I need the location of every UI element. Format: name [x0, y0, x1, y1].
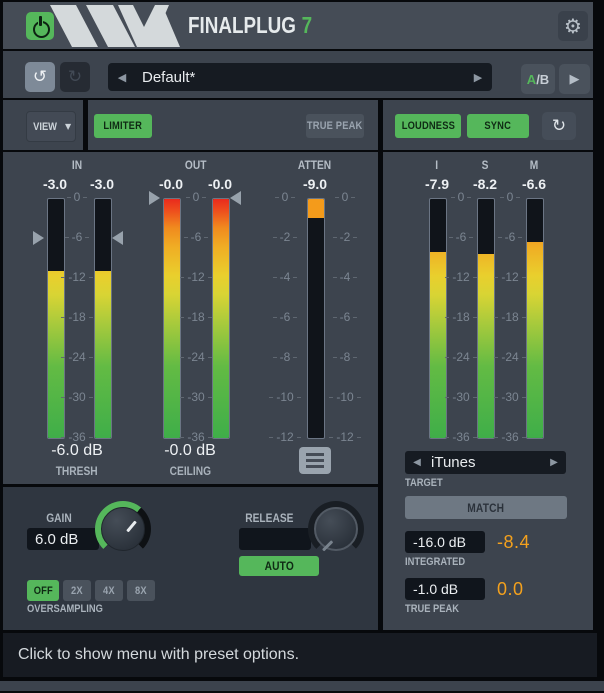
- ceiling-value[interactable]: -0.0 dB: [145, 442, 235, 460]
- out-meter-right: [212, 198, 230, 439]
- true-peak-limit-field[interactable]: -1.0 dB: [405, 578, 485, 600]
- gain-knob-pointer: [126, 520, 137, 532]
- undo-icon: ↺: [33, 67, 47, 87]
- oversampling-off-button[interactable]: OFF: [27, 580, 59, 601]
- settings-button[interactable]: ⚙: [558, 11, 588, 41]
- preset-selector[interactable]: ◀ Default* ▶: [108, 63, 492, 91]
- momentary-meter-label: M: [504, 158, 564, 172]
- match-button[interactable]: MATCH: [405, 496, 567, 519]
- out-left-peak-value: -0.0: [149, 176, 193, 192]
- divider: [83, 100, 88, 150]
- thresh-label: THRESH: [32, 464, 122, 478]
- undo-button[interactable]: ↺: [25, 62, 55, 92]
- plugin-title: FINALPLUG 7: [188, 12, 312, 38]
- chevron-down-icon: ▼: [65, 122, 71, 131]
- integrated-readout: -8.4: [497, 532, 530, 553]
- in-meter-label: IN: [47, 158, 107, 172]
- true-peak-toggle[interactable]: TRUE PEAK: [306, 114, 364, 138]
- in-scale: 0-6-12-18-24-30-36: [59, 191, 95, 443]
- auto-release-toggle[interactable]: AUTO: [239, 556, 319, 576]
- momentary-meter: [526, 198, 544, 439]
- oversampling-2x-button[interactable]: 2X: [63, 580, 91, 601]
- loudness-toggle[interactable]: LOUDNESS: [395, 114, 461, 138]
- status-message: Click to show menu with preset options.: [18, 646, 299, 664]
- momentary-meter-value: -6.6: [512, 176, 556, 192]
- finalplug-window: FINALPLUG 7 ⚙ ↺ ↻ ◀ Default* ▶ A/B ▶ VIE…: [0, 0, 604, 693]
- in-left-peak-value: -3.0: [33, 176, 77, 192]
- atten-scale-left: 0-2-4-6-8-10-12: [267, 191, 303, 443]
- refresh-icon: ↻: [552, 116, 566, 136]
- target-next-icon[interactable]: ▶: [542, 457, 566, 468]
- title-text: FINALPLUG: [188, 12, 296, 39]
- preset-next-icon[interactable]: ▶: [464, 71, 492, 84]
- play-icon: ▶: [570, 72, 580, 87]
- release-label: RELEASE: [234, 511, 304, 525]
- target-prev-icon[interactable]: ◀: [405, 457, 429, 468]
- preset-prev-icon[interactable]: ◀: [108, 71, 136, 84]
- loudness-scale-left: 0-6-12-18-24-30-36: [443, 191, 479, 443]
- integrated-target-field[interactable]: -16.0 dB: [405, 531, 485, 553]
- play-button[interactable]: ▶: [559, 64, 590, 94]
- gear-icon: ⚙: [564, 14, 582, 38]
- gain-value-field[interactable]: 6.0 dB: [27, 528, 99, 550]
- gain-label: GAIN: [29, 511, 89, 525]
- loudness-scale-right: 0-6-12-18-24-30-36: [492, 191, 528, 443]
- integrated-meter-value: -7.9: [415, 176, 459, 192]
- redo-button[interactable]: ↻: [60, 62, 90, 92]
- in-meter-right: [94, 198, 112, 439]
- oversampling-label: OVERSAMPLING: [27, 603, 116, 615]
- integrated-label: INTEGRATED: [405, 556, 476, 568]
- atten-meter: [307, 198, 325, 439]
- target-value[interactable]: iTunes: [431, 454, 542, 471]
- shortterm-meter-value: -8.2: [463, 176, 507, 192]
- status-bar: Click to show menu with preset options.: [3, 633, 597, 677]
- view-dropdown[interactable]: VIEW ▼: [26, 111, 76, 142]
- atten-peak-value: -9.0: [293, 176, 337, 192]
- release-knob-pointer: [322, 540, 333, 551]
- preset-name[interactable]: Default*: [142, 69, 464, 86]
- threshold-marker-left[interactable]: [33, 231, 44, 245]
- release-value-field[interactable]: [239, 528, 311, 550]
- title-version: 7: [302, 12, 312, 39]
- true-peak-readout: 0.0: [497, 579, 524, 600]
- true-peak-label: TRUE PEAK: [405, 603, 469, 615]
- threshold-marker-right[interactable]: [112, 231, 123, 245]
- divider: [378, 100, 383, 633]
- redo-icon: ↻: [68, 67, 82, 87]
- ceiling-marker-right[interactable]: [230, 191, 241, 205]
- target-label: TARGET: [405, 477, 449, 489]
- out-right-peak-value: -0.0: [198, 176, 242, 192]
- target-selector[interactable]: ◀ iTunes ▶: [405, 451, 566, 474]
- limiter-toggle[interactable]: LIMITER: [94, 114, 152, 138]
- out-scale: 0-6-12-18-24-30-36: [178, 191, 214, 443]
- bottom-strip: [0, 681, 604, 691]
- reset-meters-button[interactable]: ↻: [542, 112, 576, 140]
- atten-menu-button[interactable]: [299, 447, 331, 474]
- ceiling-marker-left[interactable]: [149, 191, 160, 205]
- sync-toggle[interactable]: SYNC: [467, 114, 529, 138]
- oversampling-8x-button[interactable]: 8X: [127, 580, 155, 601]
- ab-compare-button[interactable]: A/B: [521, 64, 555, 94]
- thresh-value[interactable]: -6.0 dB: [32, 442, 122, 460]
- hamburger-icon: [306, 453, 324, 456]
- oversampling-4x-button[interactable]: 4X: [95, 580, 123, 601]
- wave-arts-logo: [50, 5, 180, 47]
- release-knob[interactable]: [308, 501, 364, 557]
- atten-scale-right: 0-2-4-6-8-10-12: [327, 191, 363, 443]
- in-right-peak-value: -3.0: [80, 176, 124, 192]
- gain-knob[interactable]: [95, 501, 151, 557]
- atten-meter-label: ATTEN: [285, 158, 345, 172]
- out-meter-label: OUT: [166, 158, 226, 172]
- ceiling-label: CEILING: [145, 464, 235, 478]
